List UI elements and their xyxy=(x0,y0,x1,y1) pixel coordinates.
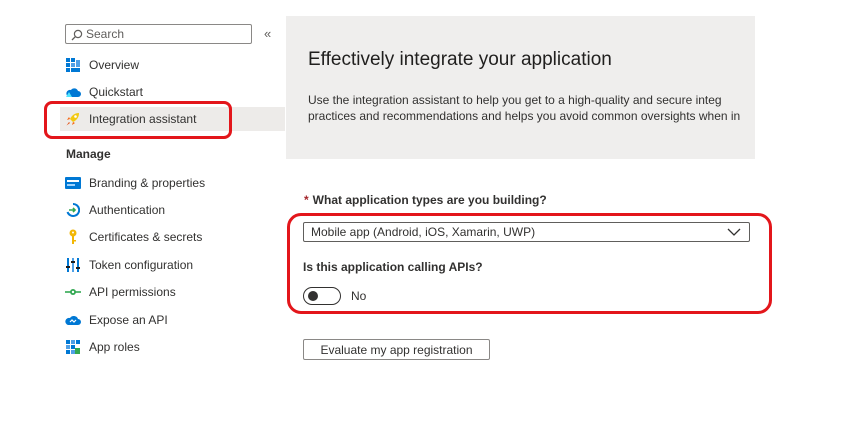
key-icon xyxy=(65,229,81,245)
sidebar-item-overview[interactable]: Overview xyxy=(60,53,270,77)
calling-apis-label: Is this application calling APIs? xyxy=(303,260,483,274)
section-label-manage: Manage xyxy=(66,147,111,161)
sidebar-item-label: Certificates & secrets xyxy=(89,230,203,244)
calling-apis-toggle[interactable] xyxy=(303,287,341,305)
evaluate-app-registration-button[interactable]: Evaluate my app registration xyxy=(303,339,490,360)
description-line-1: Use the integration assistant to help yo… xyxy=(308,93,722,107)
app-types-label: * What application types are you building… xyxy=(304,193,547,207)
overview-grid-icon xyxy=(65,57,81,73)
sidebar-item-certificates-secrets[interactable]: Certificates & secrets xyxy=(60,225,270,249)
sidebar-item-label: Branding & properties xyxy=(89,176,206,190)
sidebar-item-label: Token configuration xyxy=(89,258,194,272)
collapse-sidebar-button[interactable]: « xyxy=(264,27,271,41)
sidebar-item-label: Expose an API xyxy=(89,313,168,327)
sidebar-item-label: App roles xyxy=(89,340,140,354)
required-mark: * xyxy=(304,193,309,207)
quickstart-cloud-icon xyxy=(65,84,81,100)
authentication-icon xyxy=(65,202,81,218)
token-bars-icon xyxy=(65,257,81,273)
sidebar-item-api-permissions[interactable]: API permissions xyxy=(60,280,270,304)
app-type-dropdown[interactable]: Mobile app (Android, iOS, Xamarin, UWP) xyxy=(303,222,750,242)
sidebar-item-integration-assistant[interactable]: Integration assistant xyxy=(60,107,285,131)
sidebar-item-label: Authentication xyxy=(89,203,166,217)
sidebar-item-label: Quickstart xyxy=(89,85,144,99)
sidebar-item-authentication[interactable]: Authentication xyxy=(60,198,270,222)
sidebar-item-label: Integration assistant xyxy=(89,112,197,126)
description-line-2: practices and recommendations and helps … xyxy=(308,109,741,123)
calling-apis-toggle-state: No xyxy=(351,289,367,303)
search-icon xyxy=(71,29,83,41)
branding-card-icon xyxy=(65,175,81,191)
search-input[interactable] xyxy=(86,26,246,42)
sidebar-item-expose-an-api[interactable]: Expose an API xyxy=(60,308,270,332)
sidebar-item-token-configuration[interactable]: Token configuration xyxy=(60,253,270,277)
search-box[interactable] xyxy=(65,24,252,44)
sidebar-item-label: Overview xyxy=(89,58,140,72)
integration-hero-panel: Effectively integrate your application U… xyxy=(286,16,755,159)
app-types-label-text: What application types are you building? xyxy=(312,193,547,207)
expose-api-cloud-icon xyxy=(65,312,81,328)
toggle-knob xyxy=(308,291,318,301)
api-permissions-icon xyxy=(65,284,81,300)
app-roles-grid-icon xyxy=(65,339,81,355)
page-description: Use the integration assistant to help yo… xyxy=(308,92,755,124)
sidebar-item-app-roles[interactable]: App roles xyxy=(60,335,270,359)
sidebar-item-label: API permissions xyxy=(89,285,176,299)
app-type-selected-value: Mobile app (Android, iOS, Xamarin, UWP) xyxy=(311,225,536,239)
page-title: Effectively integrate your application xyxy=(308,49,612,70)
rocket-icon xyxy=(65,111,81,127)
sidebar-item-branding-properties[interactable]: Branding & properties xyxy=(60,171,270,195)
chevron-down-icon xyxy=(727,228,741,236)
sidebar-item-quickstart[interactable]: Quickstart xyxy=(60,80,270,104)
